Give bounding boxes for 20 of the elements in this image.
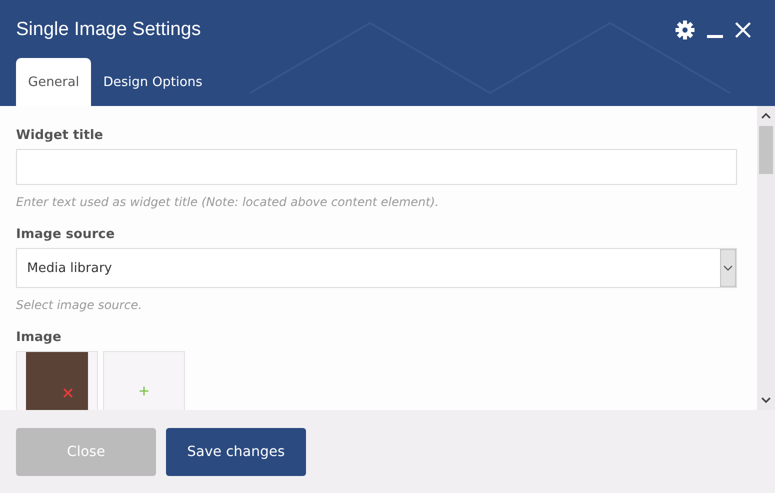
photo-placeholder: [26, 352, 88, 410]
image-thumbnail[interactable]: [16, 351, 98, 410]
chevron-down-icon[interactable]: [761, 396, 771, 404]
window-title: Single Image Settings: [16, 19, 201, 41]
tab[interactable]: General: [16, 58, 92, 106]
chevron-up-icon[interactable]: [761, 112, 771, 120]
help-text: Select image source.: [16, 298, 143, 312]
tab[interactable]: Design Options: [91, 58, 214, 106]
field-label: Widget title: [16, 128, 104, 143]
input-field[interactable]: [16, 149, 737, 185]
chevron-icon: [720, 249, 736, 287]
scrollbar[interactable]: [757, 106, 775, 410]
dropdown-field[interactable]: Media library: [16, 248, 737, 288]
help-text: Enter text used as widget title (Note: located above content element).: [16, 195, 440, 209]
save-button[interactable]: Save changes: [166, 428, 306, 476]
close-icon[interactable]: [735, 22, 751, 38]
settings-icon[interactable]: [675, 20, 695, 40]
scrollbar-thumb[interactable]: [759, 126, 773, 174]
field-label: Image: [16, 330, 62, 345]
field-label: Image source: [16, 227, 116, 242]
